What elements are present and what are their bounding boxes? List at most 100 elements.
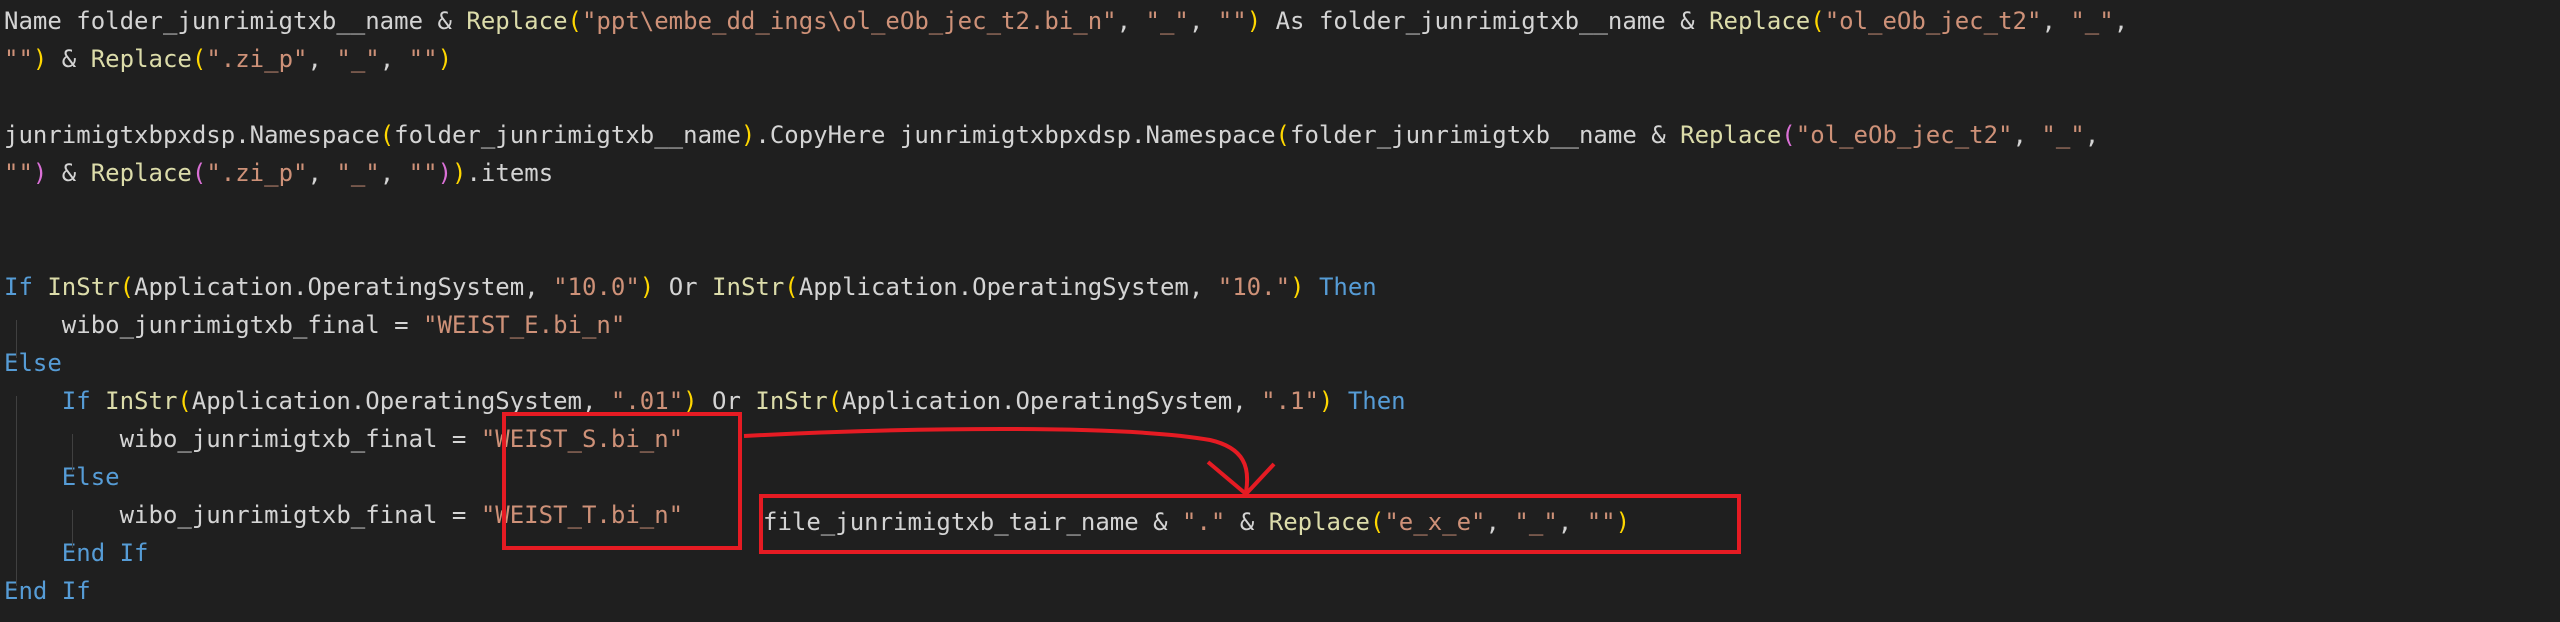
- code-token: (: [567, 7, 582, 35]
- code-token: (: [1781, 121, 1796, 149]
- code-token: folder_junrimigtxb__name: [394, 121, 741, 149]
- annotation-token: "_": [1514, 508, 1558, 536]
- code-token: "_": [336, 45, 380, 73]
- code-token: InStr: [47, 273, 120, 301]
- code-token: "": [1217, 7, 1247, 35]
- code-line: End If: [4, 534, 149, 572]
- annotation-token: Replace: [1268, 508, 1370, 536]
- annotation-token: "": [1586, 508, 1616, 536]
- code-token: Or: [654, 273, 713, 301]
- code-token: Else: [61, 463, 120, 491]
- code-token: Application.OperatingSystem,: [798, 273, 1218, 301]
- code-token: Then: [1318, 273, 1377, 301]
- code-token: ,: [379, 159, 409, 187]
- code-token: "": [408, 159, 438, 187]
- code-token: "ol_eOb_jec_t2": [1824, 7, 2042, 35]
- code-token: ): [32, 45, 48, 73]
- indent-guide: [16, 320, 17, 358]
- annotation-token: ): [1615, 508, 1631, 536]
- code-token: As folder_junrimigtxb__name &: [1261, 7, 1710, 35]
- code-token: Replace: [90, 159, 192, 187]
- code-token: wibo_junrimigtxb_final =: [4, 501, 481, 529]
- code-token: &: [47, 159, 91, 187]
- code-token: folder_junrimigtxb__name &: [1290, 121, 1681, 149]
- code-line: "") & Replace(".zi_p", "_", ""): [4, 40, 452, 78]
- code-token: ,: [2113, 7, 2129, 35]
- code-line: Else: [4, 344, 62, 382]
- indent-guide: [72, 510, 73, 548]
- code-editor[interactable]: Name folder_junrimigtxb__name & Replace(…: [0, 0, 2560, 622]
- code-token: (: [784, 273, 799, 301]
- code-token: (: [191, 45, 207, 73]
- annotation-token: (: [1369, 508, 1385, 536]
- code-token: ,: [1188, 7, 1218, 35]
- code-token: InStr: [712, 273, 785, 301]
- code-token: Replace: [1709, 7, 1811, 35]
- code-token: "": [4, 159, 33, 187]
- code-token: junrimigtxbpxdsp.Namespace: [4, 121, 380, 149]
- code-token: "_": [2070, 7, 2114, 35]
- code-token: ): [1318, 387, 1334, 415]
- code-token: "_": [336, 159, 380, 187]
- code-token: Or: [697, 387, 756, 415]
- code-token: InStr: [755, 387, 828, 415]
- annotation-token: file_junrimigtxb_tair_name &: [763, 508, 1183, 536]
- code-token: ".zi_p": [206, 159, 308, 187]
- code-token: "10.0": [553, 273, 640, 301]
- code-token: ,: [1116, 7, 1146, 35]
- code-token: (: [177, 387, 192, 415]
- code-line: junrimigtxbpxdsp.Namespace(folder_junrim…: [4, 116, 2099, 154]
- code-token: Application.OperatingSystem,: [191, 387, 611, 415]
- code-token: ): [437, 45, 453, 73]
- code-token: Replace: [1680, 121, 1782, 149]
- code-token: ,: [2084, 121, 2100, 149]
- annotation-token: &: [1225, 508, 1269, 536]
- code-token: (: [827, 387, 843, 415]
- code-token: &: [47, 45, 91, 73]
- code-token: "_": [2041, 121, 2085, 149]
- code-token: "": [4, 45, 33, 73]
- code-token: ,: [307, 45, 337, 73]
- annotation-token: ,: [1557, 508, 1587, 536]
- indent-guide: [72, 434, 73, 472]
- code-token: (: [1810, 7, 1825, 35]
- code-token: .CopyHere junrimigtxbpxdsp.Namespace: [755, 121, 1276, 149]
- code-line: If InStr(Application.OperatingSystem, "1…: [4, 268, 1377, 306]
- annotation-token: ,: [1485, 508, 1515, 536]
- code-token: Then: [1347, 387, 1406, 415]
- code-token: ): [740, 121, 756, 149]
- code-line: Name folder_junrimigtxb__name & Replace(…: [4, 2, 2128, 40]
- code-token: End If: [61, 539, 149, 567]
- code-token: (: [1275, 121, 1290, 149]
- code-token: "10.": [1217, 273, 1291, 301]
- code-token: "WEIST_E.bi_n": [423, 311, 626, 339]
- code-token: "": [408, 45, 438, 73]
- indent-guide: [16, 396, 17, 586]
- code-token: ".1": [1261, 387, 1319, 415]
- code-token: End If: [4, 577, 91, 605]
- code-token: ): [683, 387, 698, 415]
- code-token: ".01": [610, 387, 684, 415]
- code-token: ,: [2041, 7, 2071, 35]
- code-line: End If: [4, 572, 91, 610]
- code-token: ): [437, 159, 453, 187]
- code-line: "") & Replace(".zi_p", "_", "")).items: [4, 154, 553, 192]
- code-token: (: [119, 273, 135, 301]
- annotation-token: "e_x_e": [1384, 508, 1486, 536]
- code-token: ): [639, 273, 655, 301]
- code-token: Application.OperatingSystem,: [842, 387, 1262, 415]
- code-token: "ol_eOb_jec_t2": [1795, 121, 2013, 149]
- code-token: (: [191, 159, 207, 187]
- code-line: Else: [4, 458, 120, 496]
- code-token: ): [1290, 273, 1305, 301]
- code-token: ".zi_p": [206, 45, 308, 73]
- code-token: ): [1246, 7, 1262, 35]
- code-token: Name folder_junrimigtxb__name &: [4, 7, 467, 35]
- code-token: .items: [466, 159, 554, 187]
- code-token: If: [61, 387, 91, 415]
